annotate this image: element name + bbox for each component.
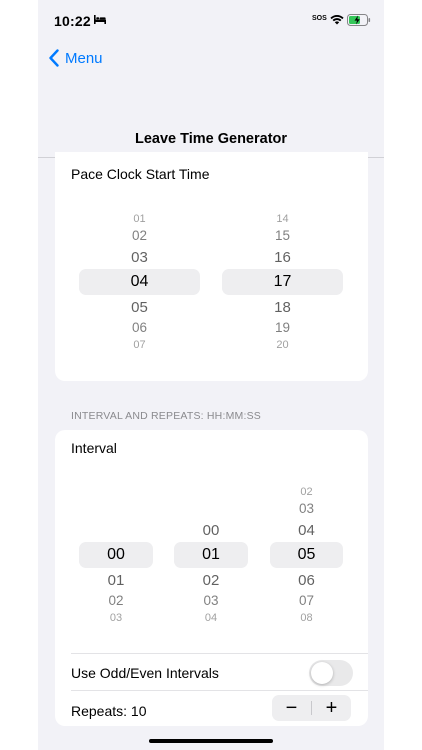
picker-value[interactable]: 02 [174,571,248,590]
picker-value[interactable]: 20 [222,338,343,353]
increment-button[interactable]: + [312,695,351,721]
picker-value[interactable]: 03 [79,248,200,267]
chevron-left-icon [49,49,59,67]
home-indicator [149,739,273,743]
picker-value[interactable]: 07 [270,592,343,610]
app-screen: 10:22 SOS Menu Leave Time Generator Pace… [38,0,384,750]
interval-section-header: INTERVAL AND REPEATS: HH:MM:SS [71,410,261,422]
toggle-knob [311,662,333,684]
repeats-label: Repeats: 10 [71,703,147,719]
page-title: Leave Time Generator [134,131,288,147]
picker-value[interactable]: 03 [79,611,153,626]
picker-value[interactable]: 15 [222,227,343,245]
picker-value[interactable]: 19 [222,319,343,337]
picker-value[interactable]: 16 [222,248,343,267]
picker-value[interactable]: 06 [270,571,343,590]
picker-value[interactable]: 06 [79,319,200,337]
row-divider [71,690,368,691]
sos-indicator: SOS [312,15,327,22]
picker-selected-value[interactable]: 04 [79,272,200,292]
odd-even-toggle[interactable] [309,660,353,686]
picker-value[interactable]: 18 [222,298,343,317]
picker-value[interactable]: 04 [174,611,248,626]
picker-value[interactable]: 00 [174,521,248,540]
picker-value[interactable]: 02 [79,592,153,610]
pace-clock-hour-picker[interactable]: 01 02 03 04 05 06 07 [79,152,200,381]
picker-value[interactable]: 02 [270,485,343,500]
picker-selected-value[interactable]: 00 [79,545,153,565]
picker-value[interactable]: 02 [79,227,200,245]
row-divider [71,653,368,654]
picker-value[interactable]: 01 [79,212,200,227]
back-button[interactable]: Menu [48,49,103,67]
picker-selected-value[interactable]: 17 [222,272,343,292]
bed-icon [94,15,106,24]
picker-selected-value[interactable]: 01 [174,545,248,565]
odd-even-label: Use Odd/Even Intervals [71,665,219,681]
picker-value[interactable]: 05 [79,298,200,317]
repeats-stepper[interactable]: − + [272,695,351,721]
wifi-icon [330,15,344,25]
picker-value[interactable]: 08 [270,611,343,626]
picker-selected-value[interactable]: 05 [270,545,343,565]
picker-value[interactable]: 04 [270,521,343,540]
interval-hour-picker[interactable]: 00 01 02 03 [79,430,153,726]
battery-charging-icon [347,14,371,26]
picker-value[interactable]: 14 [222,212,343,227]
back-button-label: Menu [65,49,103,67]
interval-card: Interval 00 01 02 03 00 01 02 03 04 02 03 04 05 06 0… [55,430,368,726]
decrement-button[interactable]: − [272,695,311,721]
picker-value[interactable]: 01 [79,571,153,590]
interval-minute-picker[interactable]: 00 01 02 03 04 [174,430,248,726]
pace-clock-minute-picker[interactable]: 14 15 16 17 18 19 20 [222,152,343,381]
pace-clock-card: Pace Clock Start Time 01 02 03 04 05 06 07 14 1… [55,152,368,381]
picker-value[interactable]: 03 [174,592,248,610]
picker-value[interactable]: 03 [270,500,343,518]
status-time: 10:22 [54,13,91,29]
picker-value[interactable]: 07 [79,338,200,353]
